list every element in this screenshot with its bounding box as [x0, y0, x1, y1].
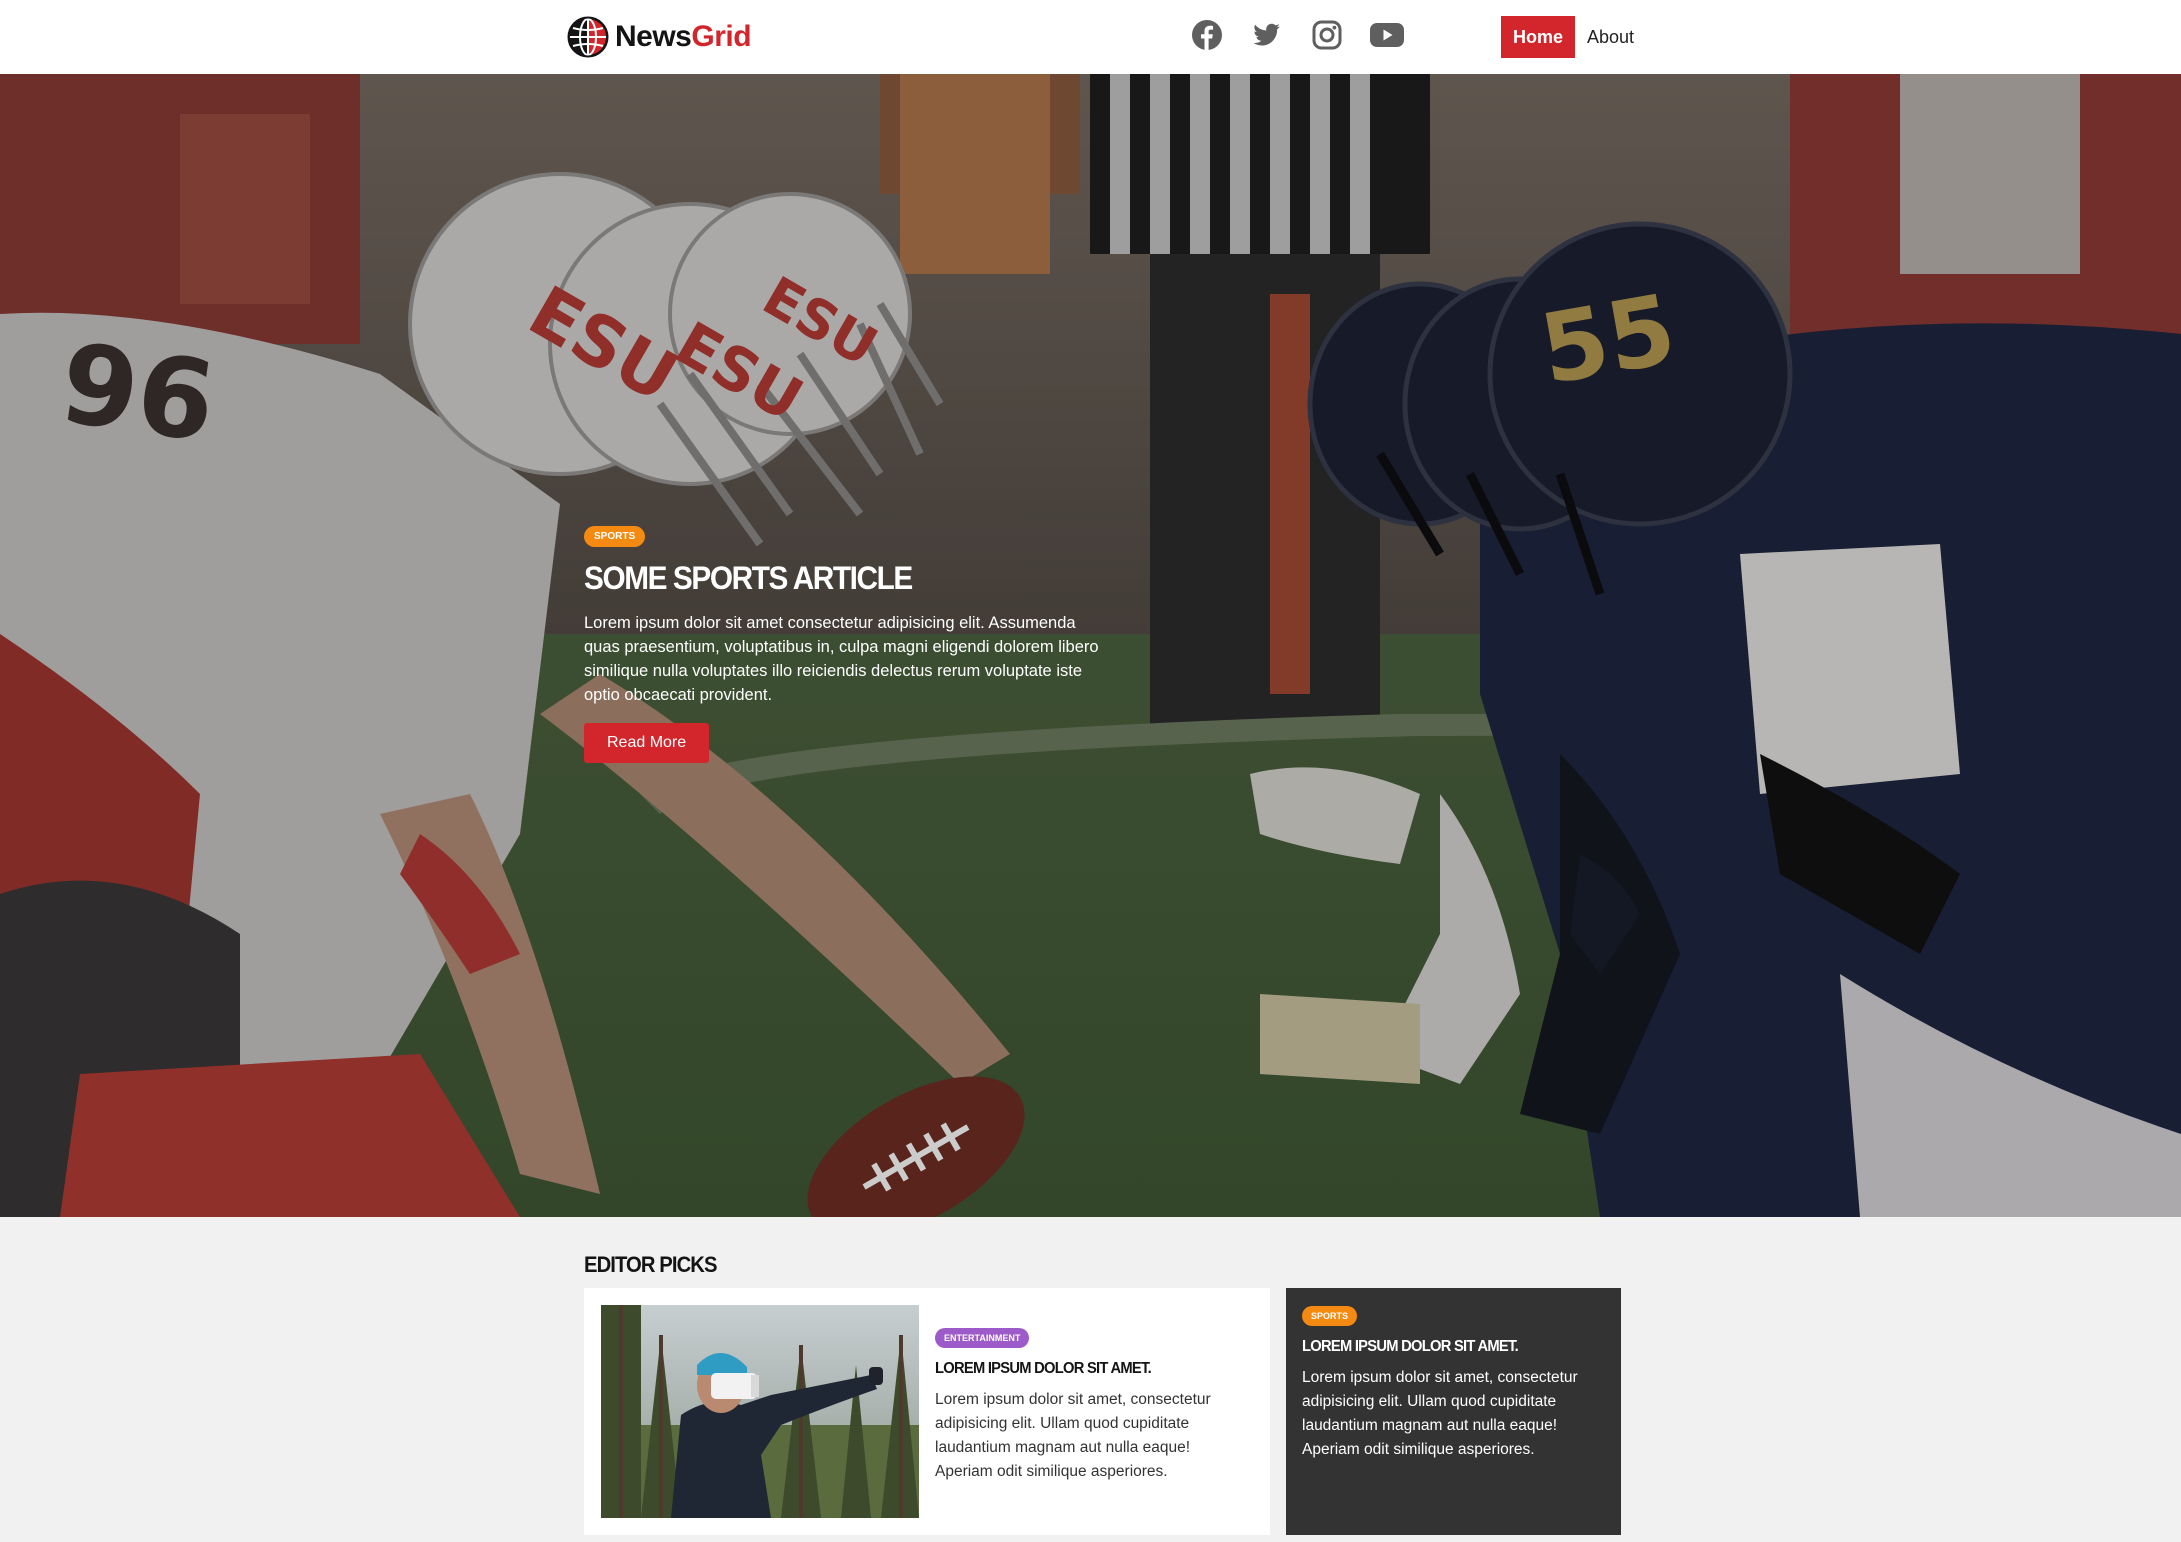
- nav-home-link[interactable]: Home: [1501, 16, 1576, 58]
- logo[interactable]: NewsGrid: [567, 16, 752, 58]
- social-links: [1183, 14, 1423, 56]
- twitter-icon: [1253, 23, 1280, 46]
- card-title[interactable]: Lorem ipsum dolor sit amet.: [935, 1360, 1220, 1378]
- nav-about-link[interactable]: About: [1575, 16, 1646, 58]
- vr-headset-photo: [601, 1305, 919, 1518]
- globe-logo-icon: [567, 16, 609, 58]
- read-more-button[interactable]: Read More: [584, 723, 710, 763]
- twitter-link[interactable]: [1243, 14, 1291, 56]
- editor-pick-card-body: Sports Lorem ipsum dolor sit amet. Lorem…: [1302, 1306, 1607, 1462]
- youtube-icon: [1370, 23, 1404, 47]
- youtube-link[interactable]: [1363, 14, 1411, 56]
- editor-pick-card[interactable]: Entertainment Lorem ipsum dolor sit amet…: [584, 1288, 1270, 1535]
- card-excerpt: Lorem ipsum dolor sit amet, consectetur …: [1302, 1369, 1578, 1458]
- navbar: NewsGrid Home About: [0, 0, 2181, 74]
- card-excerpt: Lorem ipsum dolor sit amet, consectetur …: [935, 1391, 1211, 1480]
- hero-section: ESU ESU ESU 96 55 SPORTS SOME SPORTS ART…: [0, 74, 2181, 1217]
- facebook-icon: [1192, 20, 1222, 50]
- editor-pick-card-dark[interactable]: Sports Lorem ipsum dolor sit amet. Lorem…: [1286, 1288, 1621, 1535]
- entertainment-tag[interactable]: Entertainment: [935, 1328, 1030, 1348]
- card-title[interactable]: Lorem ipsum dolor sit amet.: [1302, 1338, 1583, 1356]
- instagram-icon: [1312, 20, 1342, 50]
- hero-category-tag[interactable]: Sports: [584, 526, 646, 547]
- sports-tag[interactable]: Sports: [1302, 1306, 1358, 1326]
- hero-title: Some Sports Article: [584, 560, 913, 596]
- facebook-link[interactable]: [1183, 14, 1231, 56]
- hero-article: Sports Some Sports Article Lorem ipsum d…: [584, 526, 1104, 763]
- editor-picks-heading: Editor Picks: [584, 1252, 717, 1277]
- hero-excerpt: Lorem ipsum dolor sit amet consectetur a…: [584, 614, 1099, 704]
- editor-pick-card-body: Entertainment Lorem ipsum dolor sit amet…: [935, 1328, 1245, 1484]
- logo-text: NewsGrid: [615, 20, 752, 53]
- instagram-link[interactable]: [1303, 14, 1351, 56]
- main-nav: Home About: [1501, 16, 1646, 58]
